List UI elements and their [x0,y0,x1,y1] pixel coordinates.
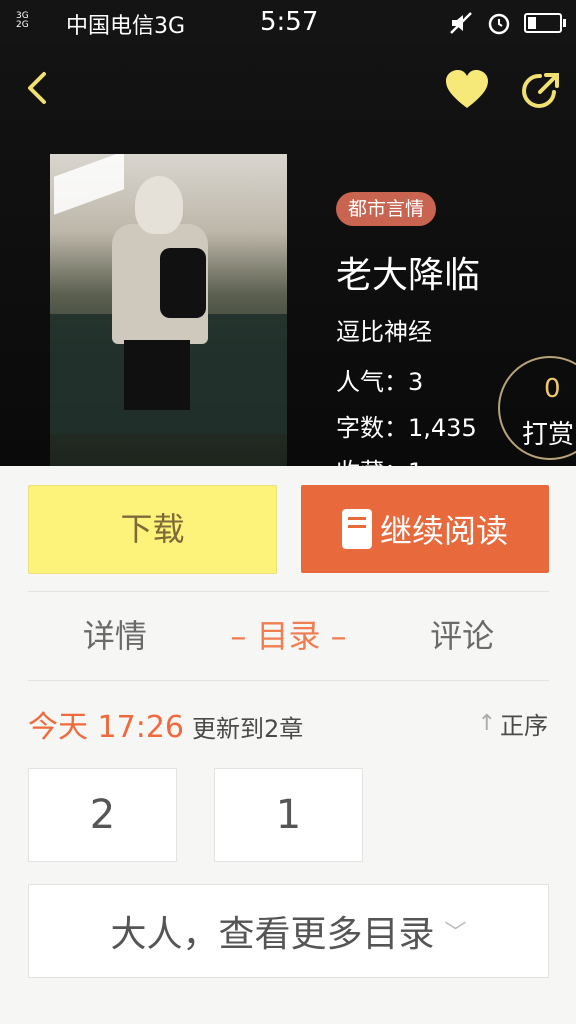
continue-reading-button[interactable]: 继续阅读 [301,485,549,573]
tab-catalog[interactable]: – 目录 – [202,592,376,680]
reward-count: 0 [544,374,561,404]
favorites-label: 收藏： [336,458,408,466]
divider [28,680,549,681]
signal-2g-label: 2G [16,20,29,30]
book-cover-image [50,154,287,466]
carrier-name: 中国电信3G [66,14,186,39]
reward-button[interactable]: 0 打赏 [498,356,576,460]
word-count-value: 1,435 [408,414,477,442]
battery-icon [524,13,566,33]
heart-icon[interactable] [444,68,490,110]
reward-label: 打赏 [522,420,575,450]
more-catalog-button[interactable]: 大人，查看更多目录 ﹀ [28,884,549,978]
more-catalog-label: 大人，查看更多目录 [110,914,435,955]
signal-indicator: 3G 2G [16,12,29,30]
download-button[interactable]: 下载 [28,485,277,574]
back-chevron-icon[interactable] [18,68,58,108]
share-icon[interactable] [518,68,562,112]
popularity-label: 人气： [336,368,408,396]
book-title: 老大降临 [336,255,481,296]
tab-comments[interactable]: 评论 [375,592,549,680]
chapter-item[interactable]: 2 [28,768,177,862]
sort-label: 正序 [500,712,548,740]
favorites-value: 1 [408,458,423,466]
clock: 5:57 [260,7,319,37]
status-bar: 3G 2G 中国电信3G 5:57 [0,0,576,46]
chapter-item[interactable]: 1 [214,768,363,862]
word-count-stat: 字数：1,435 [336,408,477,443]
popularity-value: 3 [408,368,424,396]
popularity-stat: 人气：3 [336,362,423,397]
update-time: 今天 17:26 [28,710,184,745]
book-header: 都市言情 老大降临 逗比神经 人气：3 字数：1,435 收藏：1 0 打赏 [0,46,576,466]
status-icons [448,10,566,36]
book-icon [341,509,372,549]
update-info: 今天 17:26 更新到2章 [28,702,303,746]
update-text: 更新到2章 [192,715,304,743]
mute-icon [450,12,472,34]
favorites-stat: 收藏：1 [336,452,423,466]
continue-reading-label: 继续阅读 [379,512,508,550]
tab-details[interactable]: 详情 [28,592,202,680]
up-arrow-icon: ↑ [477,711,496,736]
chevron-down-icon: ﹀ [444,921,467,946]
tab-bar: 详情 – 目录 – 评论 [28,592,549,680]
author-name: 逗比神经 [336,318,432,346]
category-tag: 都市言情 [336,192,437,226]
word-count-label: 字数： [336,414,408,442]
alarm-icon [488,13,510,35]
sort-toggle[interactable]: ↑ 正序 [478,706,548,741]
